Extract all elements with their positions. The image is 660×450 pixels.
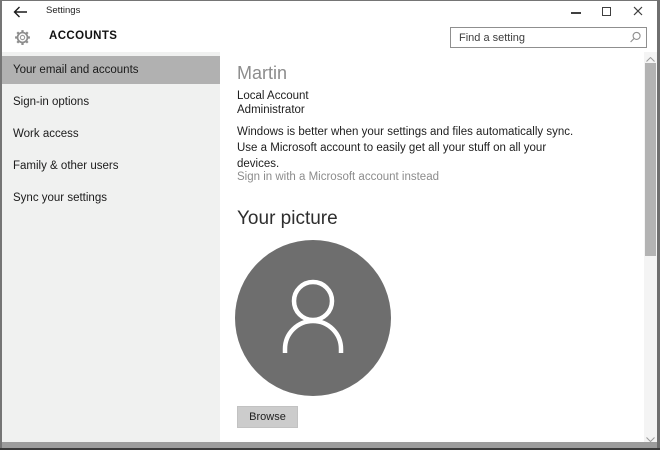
window-border <box>0 0 2 450</box>
back-arrow-icon <box>13 5 28 22</box>
minimize-button[interactable] <box>560 1 591 22</box>
sidebar-nav: Your email and accounts Sign-in options … <box>2 56 220 216</box>
close-button[interactable] <box>622 1 653 22</box>
sidebar-item-work-access[interactable]: Work access <box>2 120 220 148</box>
window-title: Settings <box>46 5 81 16</box>
sync-message-line: devices. <box>237 158 280 170</box>
browse-button-label: Browse <box>249 411 286 423</box>
sidebar-item-label: Your email and accounts <box>13 64 139 76</box>
sidebar-item-family-other-users[interactable]: Family & other users <box>2 152 220 180</box>
close-icon <box>633 3 643 21</box>
sync-message-line: Windows is better when your settings and… <box>237 126 574 138</box>
sidebar-item-sync-your-settings[interactable]: Sync your settings <box>2 184 220 212</box>
settings-window: Settings ACCOUNTS Find a setting Your em… <box>0 0 660 450</box>
minimize-icon <box>570 12 581 14</box>
scrollbar-thumb[interactable] <box>645 63 656 256</box>
sidebar-item-sign-in-options[interactable]: Sign-in options <box>2 88 220 116</box>
maximize-button[interactable] <box>591 1 622 22</box>
account-name: Martin <box>237 63 288 83</box>
window-border <box>0 0 660 1</box>
sidebar-item-label: Sync your settings <box>13 192 107 204</box>
user-avatar <box>235 240 391 396</box>
maximize-icon <box>602 7 611 16</box>
sign-in-microsoft-account-link[interactable]: Sign in with a Microsoft account instead <box>237 171 439 183</box>
person-icon <box>235 238 391 399</box>
page-header: ACCOUNTS <box>2 22 657 52</box>
scroll-up-button[interactable] <box>644 52 657 63</box>
page-title: ACCOUNTS <box>49 30 118 42</box>
sidebar-item-label: Sign-in options <box>13 96 90 108</box>
sidebar-item-label: Family & other users <box>13 160 119 172</box>
sidebar: Your email and accounts Sign-in options … <box>2 52 220 442</box>
sidebar-item-your-email-and-accounts[interactable]: Your email and accounts <box>2 56 220 84</box>
window-titlebar: Settings <box>2 1 657 22</box>
sidebar-item-label: Work access <box>13 128 79 140</box>
your-picture-heading: Your picture <box>237 208 338 229</box>
vertical-scrollbar[interactable] <box>644 52 657 443</box>
search-input[interactable] <box>450 27 647 48</box>
sync-message-line: Use a Microsoft account to easily get al… <box>237 142 547 154</box>
account-role: Administrator <box>237 104 305 116</box>
browse-button[interactable]: Browse <box>237 406 298 428</box>
account-type: Local Account <box>237 90 309 102</box>
search-box <box>450 27 647 48</box>
gear-icon <box>14 29 31 51</box>
back-button[interactable] <box>13 5 31 19</box>
window-controls <box>560 1 653 22</box>
